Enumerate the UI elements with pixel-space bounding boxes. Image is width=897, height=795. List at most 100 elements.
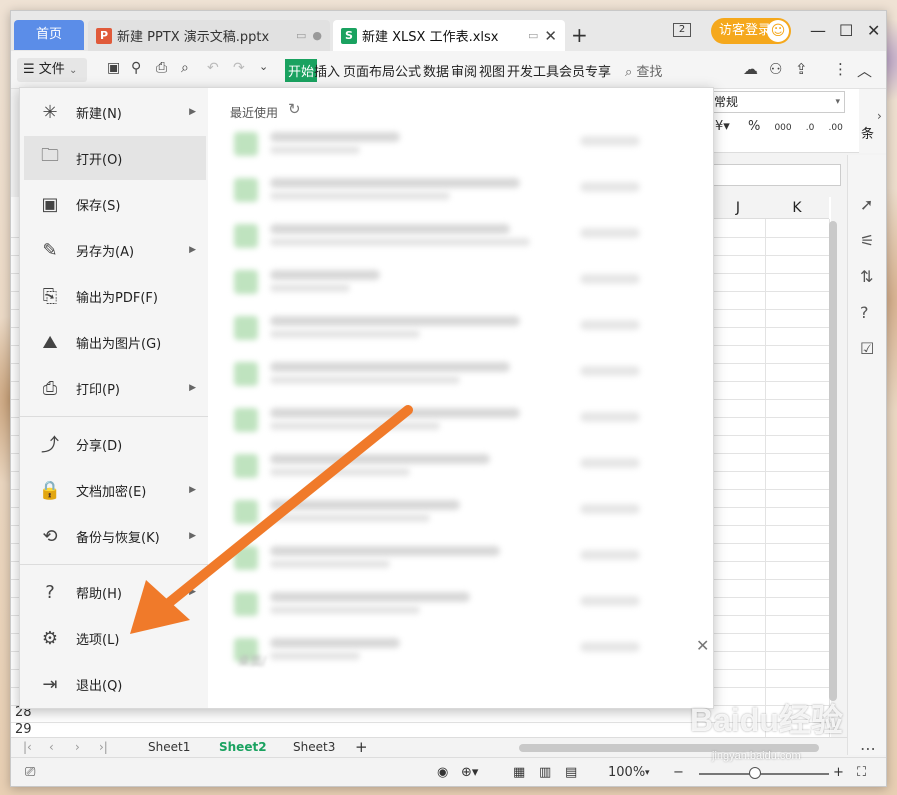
add-tab-button[interactable]: + [571, 23, 588, 47]
redo-icon[interactable]: ↷ [233, 60, 245, 76]
ribbon-tab-start[interactable]: 开始 [285, 59, 318, 82]
ribbon-tab-member[interactable]: 会员专享 [559, 61, 611, 80]
maximize-icon[interactable]: ☐ [839, 21, 853, 40]
recent-file-item[interactable] [230, 218, 650, 252]
recent-file-item[interactable] [230, 586, 650, 620]
zoom-in-icon[interactable]: + [833, 765, 844, 780]
ribbon-tab-page-layout[interactable]: 页面布局 [343, 61, 395, 80]
recent-file-item[interactable] [230, 172, 650, 206]
window-count-badge[interactable]: 2 [673, 23, 691, 37]
menu-item-export-pdf[interactable]: ⎘ 输出为PDF(F) [24, 274, 206, 318]
select-cursor-icon[interactable]: ➚ [860, 195, 873, 214]
recent-file-item[interactable] [230, 448, 650, 482]
sheet-tab-sheet2[interactable]: Sheet2 [219, 740, 267, 754]
ribbon-tab-insert[interactable]: 插入 [314, 61, 340, 80]
print-icon[interactable]: ⎙ [156, 60, 167, 76]
minimize-icon[interactable]: — [810, 21, 826, 40]
close-icon[interactable]: ✕ [696, 636, 709, 655]
ribbon-tab-developer[interactable]: 开发工具 [507, 61, 559, 80]
menu-item-save-as[interactable]: ✎ 另存为(A) ▶ [24, 228, 206, 272]
menu-item-backup[interactable]: ⟲ 备份与恢复(K) ▶ [24, 514, 206, 558]
format-painter-icon[interactable]: ⚲ [131, 60, 141, 76]
menu-item-open[interactable]: 🗀 打开(O) [24, 136, 206, 180]
adjust-icon[interactable]: ⚟ [860, 231, 874, 250]
next-sheet-icon[interactable]: › [75, 740, 80, 754]
vertical-scrollbar[interactable] [829, 221, 837, 701]
share-icon[interactable]: ⇪ [795, 60, 808, 78]
recent-file-item[interactable] [230, 402, 650, 436]
more-icon[interactable]: ⋯ [860, 739, 876, 758]
menu-item-help[interactable]: ? 帮助(H) ▶ [24, 570, 206, 614]
tab-xlsx-document[interactable]: S 新建 XLSX 工作表.xlsx ▭ ✕ [333, 20, 565, 51]
print-preview-icon[interactable]: ⌕ [181, 60, 189, 76]
normal-view-icon[interactable]: ▦ [513, 765, 525, 780]
page-break-view-icon[interactable]: ▤ [565, 765, 577, 780]
percent-icon[interactable]: % [748, 119, 760, 134]
chevron-down-icon[interactable]: ⌄ [259, 60, 268, 73]
close-window-icon[interactable]: ✕ [867, 21, 880, 40]
currency-icon[interactable]: ¥▾ [715, 119, 730, 134]
zoom-out-icon[interactable]: − [673, 765, 684, 780]
sheet-tab-sheet1[interactable]: Sheet1 [148, 740, 190, 754]
recent-file-item[interactable] [230, 540, 650, 574]
ribbon-tab-review[interactable]: 审阅 [451, 61, 477, 80]
last-sheet-icon[interactable]: ›| [99, 740, 108, 754]
file-menu-button[interactable]: ☰ 文件 ⌄ [17, 58, 87, 82]
thousands-icon[interactable]: 000 [774, 123, 791, 133]
ribbon-tab-formulas[interactable]: 公式 [395, 61, 421, 80]
recent-file-item[interactable] [230, 494, 650, 528]
menu-item-share[interactable]: ⤴ 分享(D) [24, 422, 206, 466]
undo-icon[interactable]: ↶ [207, 60, 219, 76]
recent-file-item[interactable] [230, 632, 650, 666]
recent-file-item[interactable] [230, 264, 650, 298]
recent-file-item[interactable] [230, 310, 650, 344]
macro-icon[interactable]: ⎚ [25, 765, 35, 780]
fullscreen-icon[interactable]: ⛶ [857, 765, 866, 780]
cloud-icon[interactable]: ☁ [743, 60, 758, 78]
menu-item-encrypt[interactable]: 🔒 文档加密(E) ▶ [24, 468, 206, 512]
menu-item-options[interactable]: ⚙ 选项(L) [24, 616, 206, 660]
tab-home[interactable]: 首页 [14, 20, 84, 50]
row-number-29[interactable]: 29 [15, 722, 32, 737]
search-button[interactable]: ⌕ 查找 [625, 61, 662, 80]
zoom-slider-handle[interactable] [749, 767, 761, 779]
save-icon[interactable]: ▣ [107, 60, 120, 76]
menu-item-new[interactable]: ✳ 新建(N) ▶ [24, 90, 206, 134]
prev-sheet-icon[interactable]: ‹ [49, 740, 54, 754]
ribbon-tab-view[interactable]: 视图 [479, 61, 505, 80]
eye-protect-icon[interactable]: ◉ [437, 765, 448, 780]
add-user-icon[interactable]: ⚇ [769, 60, 782, 78]
open-folder-icon: 🗀 [41, 145, 59, 166]
guest-login-button[interactable]: 访客登录 ☺ [711, 18, 791, 44]
chevron-down-icon[interactable]: ▾ [645, 768, 650, 778]
increase-decimal-icon[interactable]: .0 [806, 123, 815, 133]
close-tab-icon[interactable]: ✕ [544, 27, 557, 45]
add-sheet-icon[interactable]: + [355, 738, 368, 756]
menu-item-print[interactable]: ⎙ 打印(P) ▶ [24, 366, 206, 410]
menu-item-save[interactable]: ▣ 保存(S) [24, 182, 206, 226]
menu-item-exit[interactable]: ⇥ 退出(Q) [24, 662, 206, 706]
column-header-k[interactable]: K [765, 197, 829, 219]
decrease-decimal-icon[interactable]: .00 [829, 123, 843, 133]
refresh-icon[interactable]: ↻ [288, 100, 301, 118]
conditional-format-group[interactable]: 条 › [859, 89, 886, 153]
recent-file-item[interactable] [230, 126, 650, 160]
zoom-slider-track[interactable] [699, 773, 829, 775]
column-header-j[interactable]: J [711, 197, 765, 219]
page-layout-view-icon[interactable]: ▥ [539, 765, 551, 780]
first-sheet-icon[interactable]: |‹ [23, 740, 32, 754]
collapse-ribbon-icon[interactable]: ︿ [857, 60, 872, 81]
task-icon[interactable]: ☑ [860, 339, 874, 358]
more-icon[interactable]: ⋮ [833, 60, 848, 78]
formula-input[interactable] [711, 164, 841, 186]
tab-pptx-document[interactable]: P 新建 PPTX 演示文稿.pptx ▭ ● [88, 20, 330, 51]
ribbon-tab-data[interactable]: 数据 [423, 61, 449, 80]
zoom-level[interactable]: 100% [608, 765, 645, 780]
number-format-select[interactable]: 常规 ▾ [711, 91, 845, 113]
filter-icon[interactable]: ⇅ [860, 267, 873, 286]
recent-file-item[interactable] [230, 356, 650, 390]
sheet-tab-sheet3[interactable]: Sheet3 [293, 740, 335, 754]
menu-item-export-image[interactable]: ⛰ 输出为图片(G) [24, 320, 206, 364]
chinese-input-icon[interactable]: ⊕▾ [461, 765, 478, 780]
help-icon[interactable]: ? [860, 303, 869, 322]
